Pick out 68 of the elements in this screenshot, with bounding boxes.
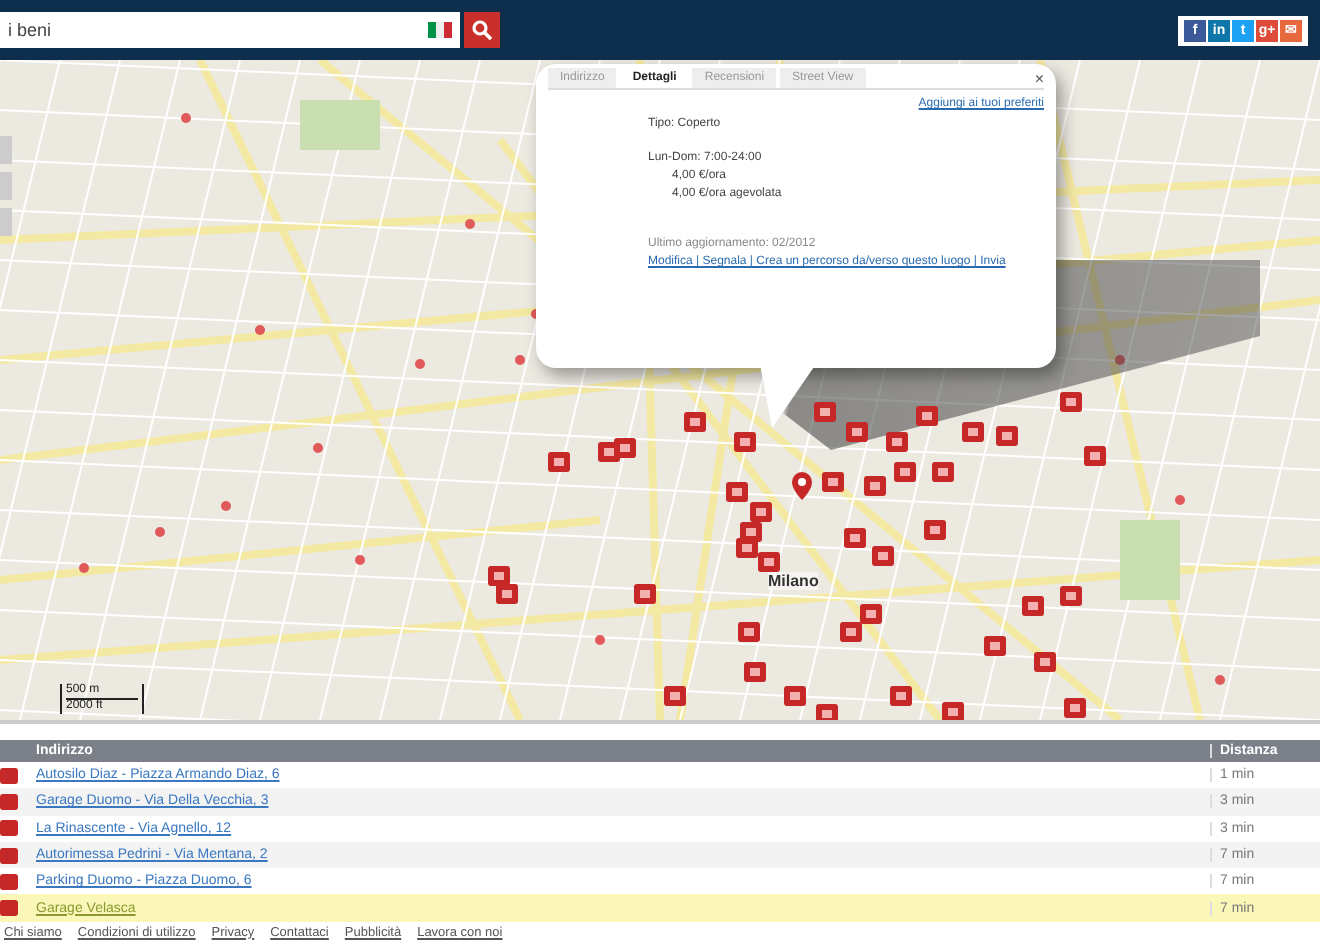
parking-marker-icon[interactable] bbox=[758, 552, 780, 574]
parking-marker-icon[interactable] bbox=[684, 412, 706, 434]
parking-marker-icon[interactable] bbox=[664, 686, 686, 708]
parking-marker-icon[interactable] bbox=[1060, 586, 1082, 608]
parking-marker-icon bbox=[0, 793, 18, 810]
map-dot-icon[interactable] bbox=[154, 526, 166, 538]
map-dot-icon[interactable] bbox=[354, 554, 366, 566]
map-dot-icon[interactable] bbox=[594, 634, 606, 646]
parking-marker-icon[interactable] bbox=[844, 528, 866, 550]
location-pin-icon bbox=[792, 472, 812, 500]
parking-marker-icon[interactable] bbox=[872, 546, 894, 568]
search-button[interactable] bbox=[464, 12, 500, 48]
map-dot-icon[interactable] bbox=[1174, 494, 1186, 506]
map-dot-icon[interactable] bbox=[514, 354, 526, 366]
parking-marker-icon[interactable] bbox=[846, 422, 868, 444]
parking-marker-icon[interactable] bbox=[1034, 652, 1056, 674]
close-button[interactable]: × bbox=[1034, 69, 1044, 87]
parking-marker-icon[interactable] bbox=[864, 476, 886, 498]
parking-marker-icon bbox=[0, 900, 18, 917]
parking-marker-icon[interactable] bbox=[1084, 446, 1106, 468]
map-dot-icon[interactable] bbox=[1114, 354, 1126, 366]
parking-marker-icon[interactable] bbox=[736, 538, 758, 560]
parking-marker-icon[interactable] bbox=[614, 438, 636, 460]
map-dot-icon[interactable] bbox=[464, 218, 476, 230]
parking-marker-icon[interactable] bbox=[924, 520, 946, 542]
parking-marker-icon bbox=[0, 820, 18, 837]
map-dot-icon[interactable] bbox=[180, 112, 192, 124]
parking-marker-icon[interactable] bbox=[996, 426, 1018, 448]
parking-marker-icon[interactable] bbox=[548, 452, 570, 474]
parking-marker-icon[interactable] bbox=[744, 662, 766, 684]
search-input[interactable]: i beni bbox=[8, 20, 368, 40]
map-dot-icon[interactable] bbox=[414, 358, 426, 370]
parking-marker-icon[interactable] bbox=[1060, 392, 1082, 414]
map-dot-icon[interactable] bbox=[78, 562, 90, 574]
parking-marker-icon[interactable] bbox=[860, 604, 882, 626]
flag-icon bbox=[428, 22, 452, 38]
city-label: Milano bbox=[768, 572, 819, 590]
parking-marker-icon[interactable] bbox=[488, 566, 510, 588]
map-dot-icon[interactable] bbox=[1214, 674, 1226, 686]
search-field[interactable]: i beni bbox=[0, 12, 460, 48]
parking-marker-icon[interactable] bbox=[738, 622, 760, 644]
parking-marker-icon[interactable] bbox=[822, 472, 844, 494]
parking-marker-icon[interactable] bbox=[726, 482, 748, 504]
parking-marker-icon[interactable] bbox=[1022, 596, 1044, 618]
parking-marker-icon[interactable] bbox=[962, 422, 984, 444]
parking-marker-icon[interactable] bbox=[916, 406, 938, 428]
parking-marker-icon bbox=[0, 873, 18, 890]
parking-marker-icon[interactable] bbox=[932, 462, 954, 484]
map-dot-icon[interactable] bbox=[312, 442, 324, 454]
parking-marker-icon[interactable] bbox=[814, 402, 836, 424]
parking-marker-icon[interactable] bbox=[784, 686, 806, 708]
parking-marker-icon[interactable] bbox=[942, 702, 964, 720]
parking-marker-icon[interactable] bbox=[750, 502, 772, 524]
parking-marker-icon[interactable] bbox=[840, 622, 862, 644]
search-icon bbox=[472, 20, 492, 40]
map-dot-icon[interactable] bbox=[254, 324, 266, 336]
parking-marker-icon bbox=[0, 767, 18, 784]
parking-marker-icon[interactable] bbox=[886, 432, 908, 454]
parking-marker-icon[interactable] bbox=[894, 462, 916, 484]
parking-marker-icon[interactable] bbox=[634, 584, 656, 606]
parking-marker-icon[interactable] bbox=[1064, 698, 1086, 720]
parking-marker-icon[interactable] bbox=[734, 432, 756, 454]
parking-marker-icon[interactable] bbox=[816, 704, 838, 720]
parking-marker-icon[interactable] bbox=[984, 636, 1006, 658]
map-dot-icon[interactable] bbox=[220, 500, 232, 512]
parking-marker-icon[interactable] bbox=[890, 686, 912, 708]
parking-marker-icon bbox=[0, 847, 18, 864]
parking-marker-icon[interactable] bbox=[496, 584, 518, 606]
